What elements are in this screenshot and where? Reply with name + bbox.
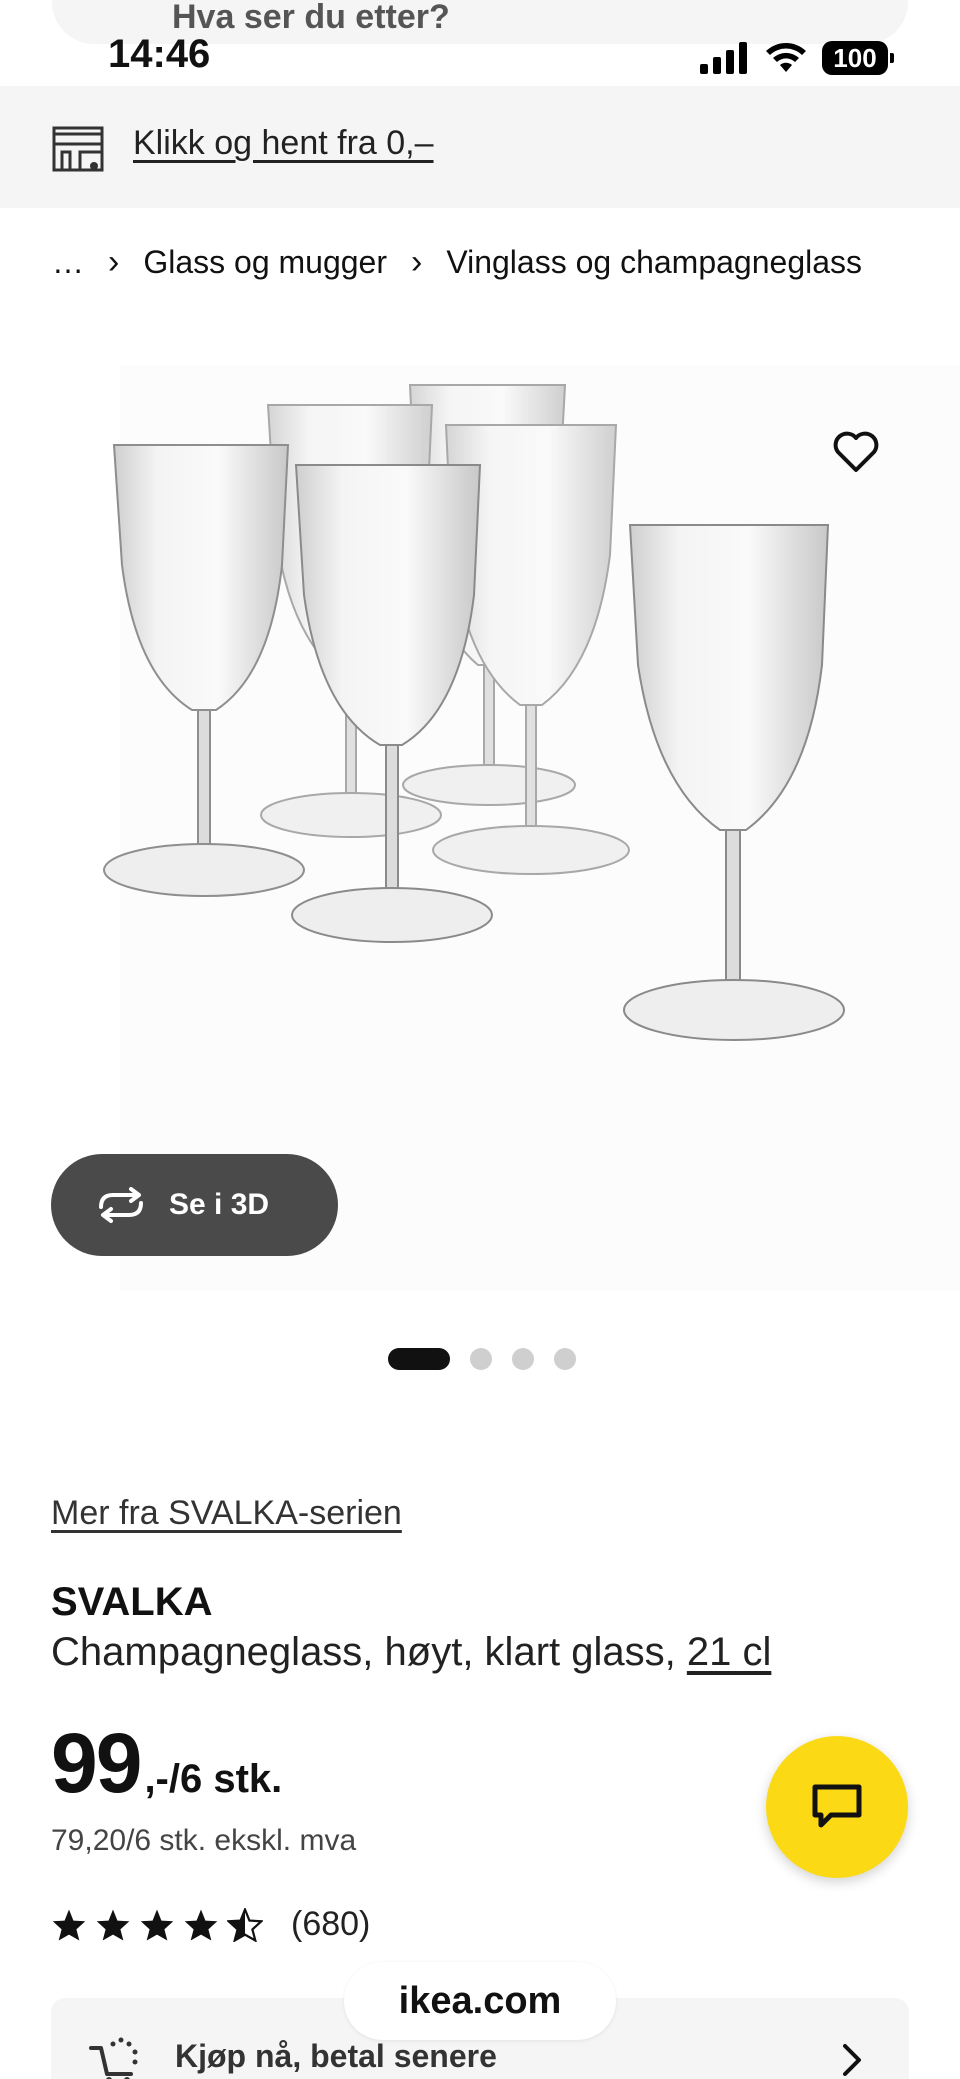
breadcrumb-item-glass[interactable]: Glass og mugger [143, 244, 387, 281]
heart-icon [833, 431, 879, 472]
view-3d-button[interactable]: Se i 3D [51, 1154, 338, 1256]
series-link[interactable]: Mer fra SVALKA-serien [51, 1494, 402, 1533]
status-bar: 14:46 100 [0, 30, 960, 86]
price-ex-vat: 79,20/6 stk. ekskl. mva [51, 1824, 357, 1857]
rotate-3d-icon [99, 1187, 143, 1223]
product-description-text: Champagneglass, høyt, klart glass, [51, 1630, 687, 1674]
store-pickup-icon [52, 126, 104, 172]
carousel-dot[interactable] [512, 1348, 534, 1370]
rating-count[interactable]: (680) [291, 1905, 370, 1944]
cart-pay-icon [89, 2037, 138, 2079]
pickup-link[interactable]: Klikk og hent fra 0,– [133, 124, 434, 163]
champagne-glasses-illustration [103, 365, 960, 1290]
price-suffix: ,-/6 stk. [144, 1757, 283, 1801]
star-icon [184, 1908, 218, 1941]
breadcrumb-item-vinglass[interactable]: Vinglass og champagneglass [446, 244, 862, 281]
carousel-dot[interactable] [470, 1348, 492, 1370]
product-description: Champagneglass, høyt, klart glass, 21 cl [51, 1630, 771, 1675]
star-icon [140, 1908, 174, 1941]
product-image[interactable] [0, 365, 960, 1290]
signal-icon [700, 42, 747, 74]
breadcrumb-item-ellipsis[interactable]: … [52, 244, 84, 281]
rating[interactable]: (680) [51, 1905, 370, 1944]
pickup-banner[interactable]: Klikk og hent fra 0,– [0, 86, 960, 208]
chevron-right-icon [843, 2044, 861, 2076]
battery-icon: 100 [822, 41, 894, 75]
breadcrumb: … › Glass og mugger › Vinglass og champa… [52, 240, 862, 284]
url-text: ikea.com [398, 1979, 562, 2022]
price-main: 99 [51, 1716, 142, 1810]
pay-later-label: Kjøp nå, betal senere [175, 2038, 497, 2074]
rating-stars [51, 1907, 263, 1942]
chevron-right-icon: › [411, 242, 423, 281]
star-icon [52, 1908, 86, 1941]
star-half-icon [227, 1907, 263, 1942]
favorite-button[interactable] [816, 412, 896, 492]
browser-url-bar[interactable]: ikea.com [344, 1962, 616, 2040]
wifi-icon [766, 43, 806, 72]
status-icons: 100 [700, 38, 894, 78]
status-time: 14:46 [108, 32, 211, 76]
carousel-dot[interactable] [554, 1348, 576, 1370]
price: 99 ,-/6 stk. [51, 1715, 282, 1812]
product-size-link[interactable]: 21 cl [687, 1630, 772, 1674]
chat-button[interactable] [766, 1736, 908, 1878]
chevron-right-icon: › [108, 242, 120, 281]
star-icon [96, 1908, 130, 1941]
chat-icon [812, 1784, 862, 1828]
view-3d-label: Se i 3D [169, 1188, 270, 1221]
carousel-indicator [388, 1348, 576, 1370]
battery-level: 100 [833, 42, 877, 73]
product-name: SVALKA [51, 1580, 213, 1624]
carousel-dot[interactable] [388, 1348, 450, 1370]
